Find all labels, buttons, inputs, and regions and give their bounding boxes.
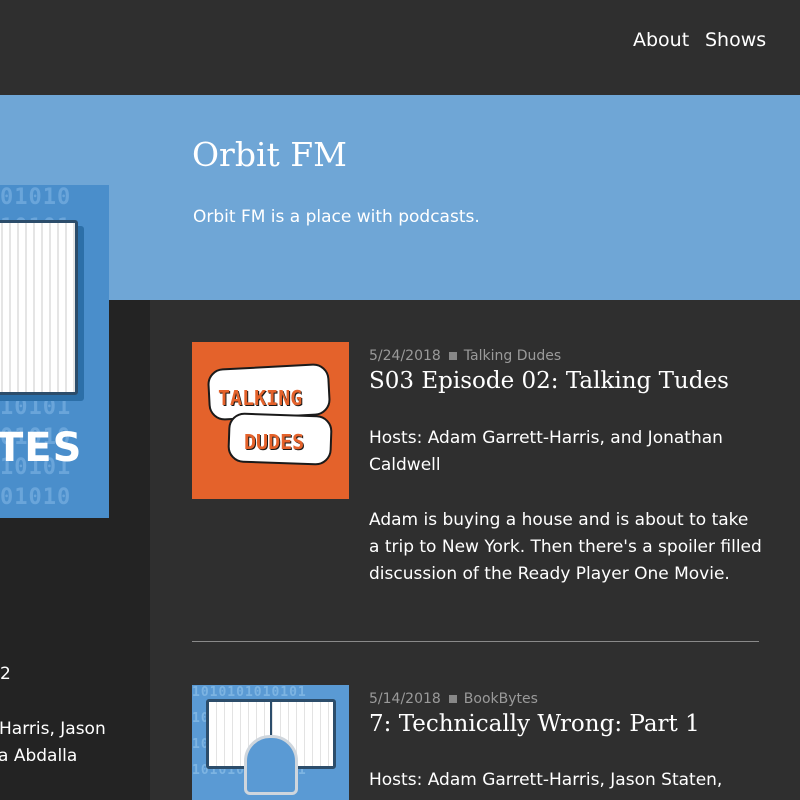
separator-square-icon (448, 351, 457, 360)
artwork-word: TALKING (218, 386, 303, 410)
separator-square-icon (448, 694, 457, 703)
artwork-word: DUDES (244, 430, 305, 454)
episode-thumbnail-bookbytes[interactable]: 1010101010101101010101010110101010101011… (192, 685, 349, 800)
sidebar-hosts-line: a Abdalla (0, 746, 78, 766)
episode-meta: 5/24/2018 Talking Dudes (369, 348, 561, 364)
episode-show-link[interactable]: Talking Dudes (464, 348, 561, 364)
nav-link-about[interactable]: About (633, 29, 689, 51)
sidebar-episode-number: 2 (0, 664, 11, 684)
episode-meta: 5/14/2018 BookBytes (369, 691, 538, 707)
episode-title-link[interactable]: 7: Technically Wrong: Part 1 (369, 711, 700, 737)
nav-link-shows[interactable]: Shows (705, 29, 766, 51)
episode-title-link[interactable]: S03 Episode 02: Talking Tudes (369, 368, 729, 394)
episode-hosts: Hosts: Adam Garrett-Harris, and Jonathan… (369, 428, 723, 475)
binary-pattern-text: 1010101010101 (192, 685, 307, 700)
head-silhouette-icon (244, 735, 298, 795)
site-description: Orbit FM is a place with podcasts. (193, 207, 480, 227)
episode-thumbnail-talking-dudes[interactable]: TALKING DUDES (192, 342, 349, 499)
episode-show-link[interactable]: BookBytes (464, 691, 538, 707)
sidebar-hosts-line: Harris, Jason (0, 719, 106, 739)
episode-divider (192, 641, 759, 642)
episode-date: 5/24/2018 (369, 348, 441, 364)
bookbytes-artwork-partial[interactable]: 0101010101010101010101010101010101010101… (0, 185, 109, 518)
site-title: Orbit FM (192, 135, 347, 174)
binary-pattern-text: 01010 (0, 185, 72, 210)
book-icon (0, 220, 78, 395)
binary-pattern-text: 01010 (0, 485, 72, 510)
episode-hosts: Hosts: Adam Garrett-Harris, Jason Staten… (369, 770, 723, 790)
artwork-lettering: TES (0, 425, 83, 471)
binary-pattern-text: 10101 (0, 395, 72, 420)
episode-description: Adam is buying a house and is about to t… (369, 510, 762, 584)
top-nav: About Shows (0, 0, 800, 95)
hero-banner: Orbit FM Orbit FM is a place with podcas… (0, 95, 800, 300)
episode-date: 5/14/2018 (369, 691, 441, 707)
